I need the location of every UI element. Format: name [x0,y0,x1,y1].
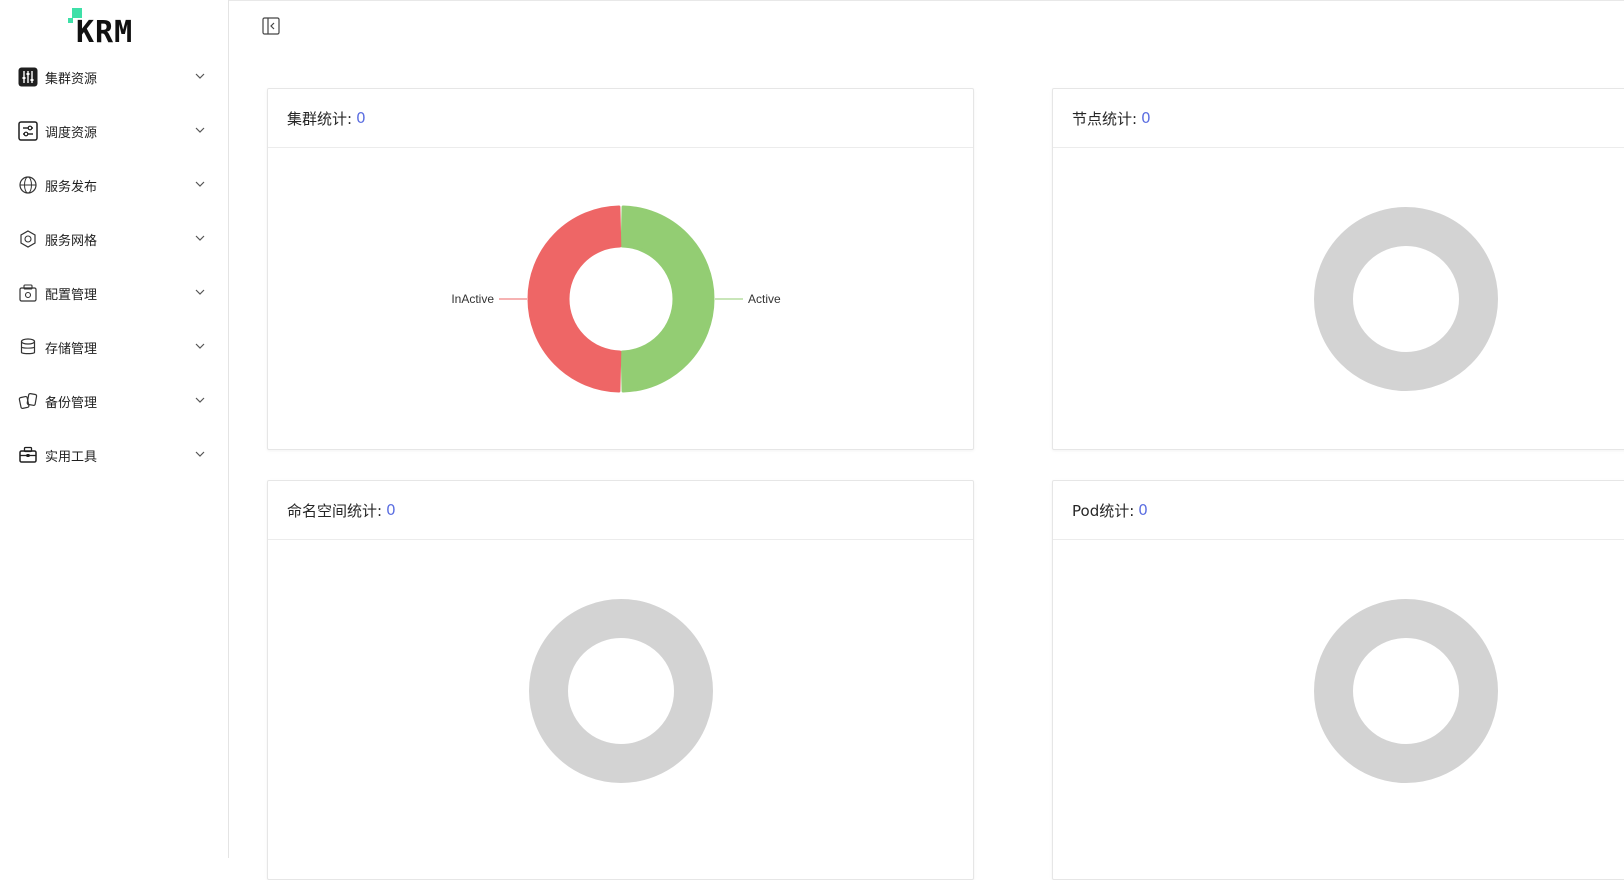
sidebar-item-storage-management[interactable]: 存储管理 [0,320,228,374]
slice-label-inactive: InActive [451,292,494,306]
sliders-icon [18,67,38,87]
empty-donut-ring [529,599,713,783]
card-header: 命名空间统计: 0 [268,481,973,540]
card-count: 0 [356,109,366,127]
sidebar-item-schedule-resources[interactable]: 调度资源 [0,104,228,158]
card-title: 集群统计: [287,109,353,128]
sidebar-item-config-management[interactable]: 配置管理 [0,266,228,320]
pod-status-donut-chart [1314,599,1498,783]
sidebar-item-label: 实用工具 [45,449,98,465]
card-header: 节点统计: 0 [1053,89,1624,148]
logo-text: KRM [76,15,134,50]
sidebar-item-label: 集群资源 [45,71,98,87]
sidebar-item-label: 服务发布 [45,179,98,195]
backup-icon [18,391,38,411]
chevron-down-icon [195,343,205,349]
card-header: Pod统计: 0 [1053,481,1624,540]
namespace-status-donut-chart [529,599,713,783]
sidebar-item-backup-management[interactable]: 备份管理 [0,374,228,428]
schedule-icon [18,121,38,141]
card-title: 节点统计: [1072,109,1138,128]
globe-icon [18,175,38,195]
empty-donut-ring [1314,207,1498,391]
slice-label-active: Active [748,292,781,306]
chevron-down-icon [195,289,205,295]
sidebar-item-service-publish[interactable]: 服务发布 [0,158,228,212]
sidebar-item-utilities[interactable]: 实用工具 [0,428,228,482]
mesh-icon [18,229,38,249]
sidebar-item-label: 存储管理 [45,341,98,357]
card-count: 0 [1141,109,1151,127]
card-count: 0 [1138,501,1148,519]
sidebar: KRM 集群资源 调度资源 服务发布 服务网格 配置管理 存储管理 备份管理 实… [0,0,229,858]
node-status-donut-chart [1314,207,1498,391]
chevron-down-icon [195,235,205,241]
cluster-status-donut-chart: Active InActive [451,205,781,393]
chevron-down-icon [195,451,205,457]
card-count: 0 [386,501,396,519]
config-icon [18,283,38,303]
sidebar-item-label: 调度资源 [45,125,98,141]
top-bar [229,0,1624,50]
sidebar-item-cluster-resources[interactable]: 集群资源 [0,50,228,104]
sidebar-item-label: 备份管理 [45,395,98,411]
chevron-down-icon [195,73,205,79]
sidebar-item-label: 服务网格 [45,233,98,249]
pod-stats-card: Pod统计: 0 [1052,480,1624,880]
collapse-sidebar-icon[interactable] [262,17,280,35]
empty-donut-ring [1314,599,1498,783]
donut-slice-active[interactable] [620,205,715,393]
logo-mark-small [68,18,73,23]
node-stats-card: 节点统计: 0 [1052,88,1624,450]
database-icon [18,337,38,357]
sidebar-item-service-mesh[interactable]: 服务网格 [0,212,228,266]
sidebar-item-label: 配置管理 [45,287,98,303]
card-title: Pod统计: [1072,501,1135,520]
cluster-stats-card: 集群统计: 0 Active InActive [267,88,974,450]
chevron-down-icon [195,181,205,187]
toolbox-icon [18,445,38,465]
chevron-down-icon [195,397,205,403]
donut-slice-inactive[interactable] [527,205,622,393]
chevron-down-icon [195,127,205,133]
namespace-stats-card: 命名空间统计: 0 [267,480,974,880]
sidebar-menu: 集群资源 调度资源 服务发布 服务网格 配置管理 存储管理 备份管理 实用工具 [0,50,228,482]
card-title: 命名空间统计: [287,501,383,520]
card-header: 集群统计: 0 [268,89,973,148]
krm-logo[interactable]: KRM [68,6,168,50]
